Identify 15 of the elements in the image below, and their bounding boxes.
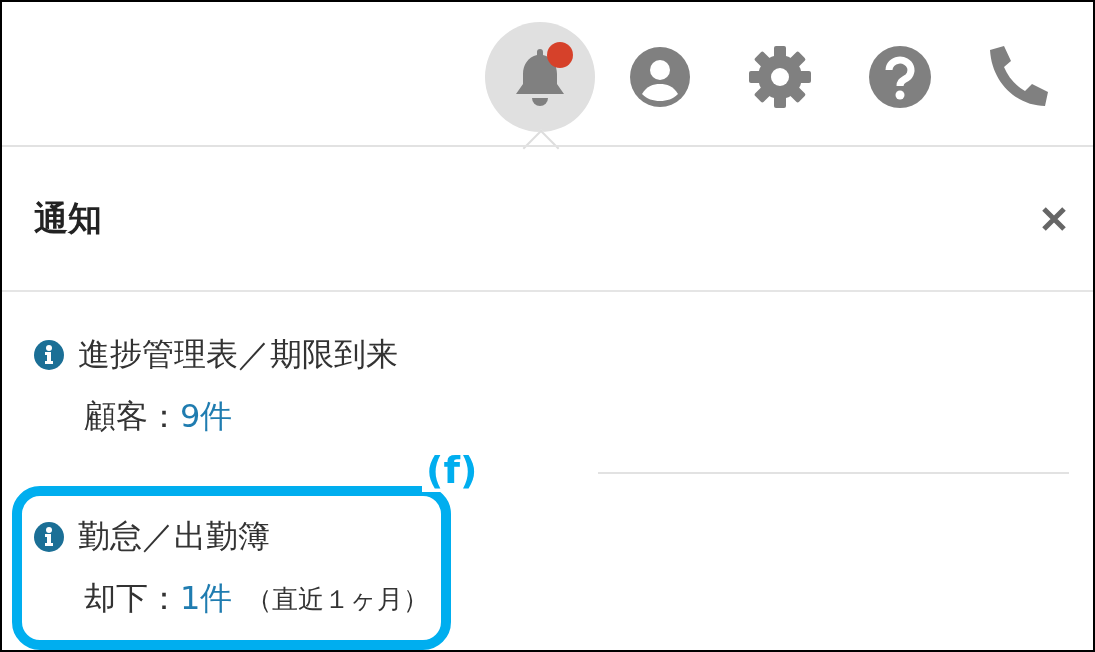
- period-note: （直近１ヶ月）: [246, 582, 430, 616]
- notification-badge: [547, 41, 573, 68]
- info-icon: [34, 522, 64, 552]
- user-icon: [629, 45, 691, 108]
- help-icon: [869, 44, 931, 109]
- count-link[interactable]: 1件: [180, 577, 233, 621]
- close-icon: [1041, 205, 1067, 232]
- panel-title: 通知: [34, 196, 102, 240]
- count-link[interactable]: 9件: [180, 395, 233, 439]
- info-icon: [34, 340, 64, 370]
- settings-icon: [749, 45, 811, 108]
- notification-label: 顧客：: [84, 396, 180, 437]
- notification-title: 勤怠／出勤簿: [78, 516, 270, 557]
- notification-title: 進捗管理表／期限到来: [78, 334, 398, 375]
- notification-label: 却下：: [84, 578, 180, 619]
